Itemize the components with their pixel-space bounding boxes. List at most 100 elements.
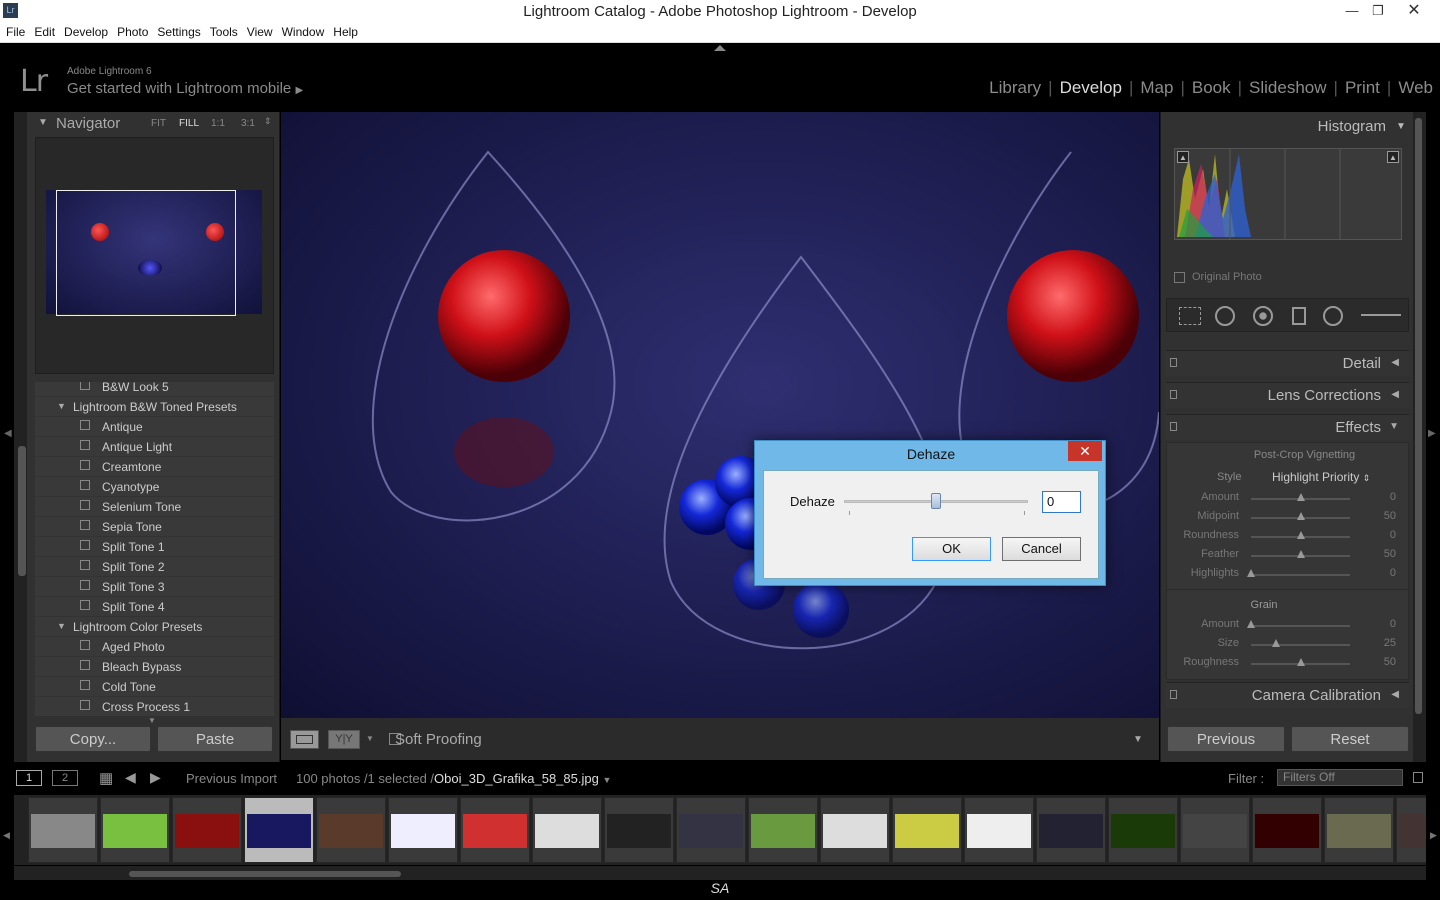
preset-item[interactable]: Bleach Bypass bbox=[35, 657, 274, 677]
filmstrip-scrollbar[interactable] bbox=[14, 866, 1426, 880]
camera-calibration-section[interactable]: Camera Calibration ◀ bbox=[1166, 682, 1409, 708]
grid-view-icon[interactable]: ▦ bbox=[99, 769, 113, 787]
slider-value[interactable]: 0 bbox=[1390, 491, 1396, 503]
slider-track[interactable] bbox=[1251, 644, 1350, 646]
menu-settings[interactable]: Settings bbox=[151, 23, 203, 39]
toolbar-menu-icon[interactable]: ▼ bbox=[1133, 734, 1143, 745]
menu-photo[interactable]: Photo bbox=[111, 23, 151, 39]
filmstrip-thumbnail[interactable] bbox=[1252, 797, 1322, 863]
filmstrip-thumbnail[interactable] bbox=[316, 797, 386, 863]
lens-corrections-section[interactable]: Lens Corrections ◀ bbox=[1166, 382, 1409, 408]
zoom-fill[interactable]: FILL bbox=[179, 118, 199, 129]
preset-item[interactable]: Split Tone 3 bbox=[35, 577, 274, 597]
menu-window[interactable]: Window bbox=[276, 23, 328, 39]
photo-count[interactable]: 100 photos /1 selected /Oboi_3D_Grafika_… bbox=[296, 771, 611, 786]
preset-item[interactable]: Antique Light bbox=[35, 437, 274, 457]
navigator-header[interactable]: ▼ Navigator FIT FILL 1:1 3:1 ⇕ bbox=[33, 113, 278, 135]
slider-value[interactable]: 50 bbox=[1384, 656, 1396, 668]
section-toggle-icon[interactable] bbox=[1170, 358, 1177, 367]
filmstrip-thumbnail[interactable] bbox=[604, 797, 674, 863]
slider-value[interactable]: 0 bbox=[1390, 618, 1396, 630]
slider-value[interactable]: 0 bbox=[1390, 567, 1396, 579]
slider-track[interactable] bbox=[1251, 625, 1350, 627]
triangle-down-icon[interactable]: ▼ bbox=[57, 401, 66, 411]
adjustment-brush-icon[interactable] bbox=[1361, 314, 1401, 316]
slider-value[interactable]: 25 bbox=[1384, 637, 1396, 649]
preset-item[interactable]: Split Tone 4 bbox=[35, 597, 274, 617]
filmstrip-thumbnail[interactable] bbox=[172, 797, 242, 863]
mobile-tagline[interactable]: Get started with Lightroom mobile ▶ bbox=[67, 80, 303, 97]
module-book[interactable]: Book bbox=[1185, 78, 1238, 98]
filmstrip-scroll-thumb[interactable] bbox=[129, 871, 401, 877]
preset-item[interactable]: Creamtone bbox=[35, 457, 274, 477]
detail-section[interactable]: Detail ◀ bbox=[1166, 350, 1409, 376]
filmstrip-thumbnail[interactable] bbox=[1324, 797, 1394, 863]
filter-lock-icon[interactable] bbox=[1413, 772, 1423, 783]
red-eye-icon[interactable] bbox=[1253, 306, 1273, 326]
filmstrip-thumbnail[interactable] bbox=[892, 797, 962, 863]
source-label[interactable]: Previous Import bbox=[186, 771, 277, 786]
module-web[interactable]: Web bbox=[1391, 78, 1440, 98]
histogram-title[interactable]: Histogram bbox=[1166, 118, 1386, 135]
slider-value[interactable]: 50 bbox=[1384, 510, 1396, 522]
triangle-down-icon[interactable]: ▼ bbox=[1396, 121, 1406, 132]
preset-item[interactable]: Sepia Tone bbox=[35, 517, 274, 537]
original-photo-checkbox[interactable] bbox=[1174, 272, 1185, 283]
dehaze-value-input[interactable]: 0 bbox=[1042, 491, 1081, 513]
right-scrollbar[interactable] bbox=[1415, 118, 1422, 714]
collapse-right-icon[interactable]: ▶ bbox=[1428, 428, 1436, 439]
filmstrip-right-icon[interactable]: ▶ bbox=[1430, 830, 1437, 841]
filmstrip-thumbnail[interactable] bbox=[1180, 797, 1250, 863]
back-arrow-icon[interactable]: ◀ bbox=[125, 769, 136, 786]
slider-thumb[interactable] bbox=[1296, 550, 1305, 558]
module-library[interactable]: Library bbox=[982, 78, 1048, 98]
module-slideshow[interactable]: Slideshow bbox=[1242, 78, 1334, 98]
preset-item[interactable]: Antique bbox=[35, 417, 274, 437]
loupe-view-icon[interactable] bbox=[290, 730, 319, 749]
slider-thumb[interactable] bbox=[1247, 620, 1255, 628]
menu-view[interactable]: View bbox=[241, 23, 276, 39]
dehaze-slider-thumb[interactable] bbox=[931, 493, 941, 509]
filmstrip-thumbnail[interactable] bbox=[820, 797, 890, 863]
monitor-2-button[interactable]: 2 bbox=[52, 770, 78, 786]
style-select[interactable]: Highlight Priority ⇕ bbox=[1272, 470, 1370, 484]
menu-file[interactable]: File bbox=[0, 23, 28, 39]
slider-thumb[interactable] bbox=[1296, 512, 1305, 520]
zoom-3-1[interactable]: 3:1 bbox=[241, 118, 255, 129]
filmstrip-thumbnail[interactable] bbox=[1396, 797, 1426, 863]
filmstrip-thumbnail[interactable] bbox=[1036, 797, 1106, 863]
filmstrip-thumbnail[interactable] bbox=[388, 797, 458, 863]
main-photo[interactable] bbox=[281, 112, 1159, 718]
module-print[interactable]: Print bbox=[1338, 78, 1387, 98]
triangle-down-icon[interactable]: ▼ bbox=[57, 621, 66, 631]
preset-item[interactable]: Aged Photo bbox=[35, 637, 274, 657]
filmstrip-thumbnail[interactable] bbox=[1108, 797, 1178, 863]
filmstrip-thumbnail[interactable] bbox=[748, 797, 818, 863]
radial-filter-icon[interactable] bbox=[1323, 306, 1343, 326]
menu-tools[interactable]: Tools bbox=[204, 23, 241, 39]
effects-section[interactable]: Effects ▼ bbox=[1166, 414, 1409, 440]
minimize-icon[interactable]: — bbox=[1340, 0, 1364, 23]
reset-button[interactable]: Reset bbox=[1291, 726, 1409, 752]
crop-tool-icon[interactable] bbox=[1179, 307, 1201, 325]
menu-develop[interactable]: Develop bbox=[58, 23, 111, 39]
close-window-icon[interactable]: ✕ bbox=[1392, 0, 1436, 23]
module-map[interactable]: Map bbox=[1133, 78, 1180, 98]
histogram[interactable]: ▲ ▲ bbox=[1174, 148, 1402, 240]
preset-folder[interactable]: ▼ Lightroom Color Presets bbox=[35, 617, 274, 637]
ok-button[interactable]: OK bbox=[912, 537, 991, 561]
menu-edit[interactable]: Edit bbox=[28, 23, 58, 39]
filmstrip-thumbnail[interactable] bbox=[28, 797, 98, 863]
filmstrip-thumbnail[interactable] bbox=[460, 797, 530, 863]
slider-value[interactable]: 50 bbox=[1384, 548, 1396, 560]
cancel-button[interactable]: Cancel bbox=[1002, 537, 1081, 561]
filmstrip-left-icon[interactable]: ◀ bbox=[3, 830, 10, 841]
restore-icon[interactable]: ❐ bbox=[1366, 0, 1390, 23]
dialog-close-icon[interactable]: ✕ bbox=[1068, 441, 1102, 461]
preset-item[interactable]: Cold Tone bbox=[35, 677, 274, 697]
highlight-clipping-icon[interactable]: ▲ bbox=[1387, 151, 1399, 163]
slider-track[interactable] bbox=[1251, 574, 1350, 576]
before-after-icon[interactable]: Y|Y bbox=[328, 730, 360, 749]
spot-removal-icon[interactable] bbox=[1215, 306, 1235, 326]
left-scrollbar[interactable] bbox=[18, 446, 26, 576]
